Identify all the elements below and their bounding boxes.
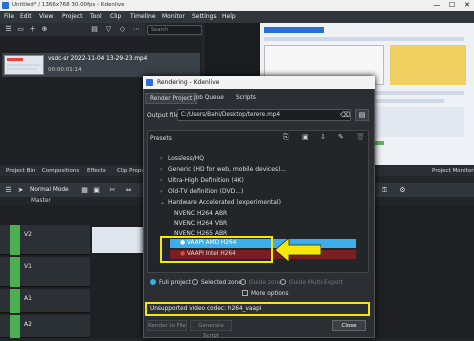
lock-icon[interactable]: ⚿ xyxy=(380,186,389,195)
preset-nvenc-h264-vbr[interactable]: NVENC H264 VBR xyxy=(174,220,227,227)
master-label: Master xyxy=(31,198,51,204)
track-active-indicator[interactable] xyxy=(10,289,20,313)
filter-icon[interactable]: ▽ xyxy=(104,25,113,34)
output-file-field[interactable]: C:/Users/Bahi/Desktop/terere.mp4 xyxy=(177,109,351,121)
window-title: Untitled* / 1366x768 30.00fps - Kdenlive xyxy=(12,2,125,8)
radio-guide-zone[interactable]: Guide zone xyxy=(240,279,282,286)
track-name: V2 xyxy=(24,231,32,238)
minimize-button[interactable]: — xyxy=(430,1,444,10)
clip-thumbnail xyxy=(4,55,44,75)
tab-job-queue[interactable]: Job Queue xyxy=(190,93,228,104)
track-name: A1 xyxy=(24,295,32,302)
menu-icon[interactable]: ☰ xyxy=(4,186,13,195)
new-preset-icon[interactable]: ⎘ xyxy=(283,133,289,142)
codec-warning: Unsupported video codec: h264_vaapi xyxy=(150,306,262,312)
tab-effects[interactable]: Effects xyxy=(87,168,106,174)
menu-help[interactable]: Help xyxy=(222,13,236,20)
timeline-video-clip[interactable] xyxy=(92,227,144,253)
edit-mode-select[interactable]: Normal Mode xyxy=(30,187,69,193)
generate-script-button[interactable]: Generate Script xyxy=(190,320,232,339)
folder-icon[interactable]: ▭ xyxy=(16,25,25,34)
window-titlebar: Untitled* / 1366x768 30.00fps - Kdenlive… xyxy=(0,0,474,11)
menu-file[interactable]: File xyxy=(4,13,14,20)
menu-timeline[interactable]: Timeline xyxy=(130,13,156,20)
tag-icon[interactable]: ◇ xyxy=(118,25,127,34)
presets-label: Presets xyxy=(150,135,172,142)
dialog-title: Rendering - Kdenlive xyxy=(157,79,220,86)
preset-category-old-tv[interactable]: › Old-TV definition (DVD...) xyxy=(160,188,243,195)
output-file-label: Output file xyxy=(147,112,179,119)
menu-edit[interactable]: Edit xyxy=(20,13,32,20)
download-preset-icon[interactable]: ⇩ xyxy=(320,133,326,141)
add-clip-icon[interactable]: ＋ xyxy=(28,25,37,34)
dialog-titlebar: Rendering - Kdenlive xyxy=(143,76,375,89)
spacer-icon[interactable]: ⇔ xyxy=(124,186,133,195)
highlight-box xyxy=(160,236,273,263)
tab-compositions[interactable]: Compositions xyxy=(42,168,79,174)
menu-monitor[interactable]: Monitor xyxy=(162,13,185,20)
clear-field-icon[interactable]: ⌫ xyxy=(340,111,350,119)
edit-preset-icon[interactable]: ✎ xyxy=(338,133,344,141)
view-icon[interactable]: ▤ xyxy=(90,25,99,34)
close-button[interactable]: Close xyxy=(332,320,366,331)
tab-scripts[interactable]: Scripts xyxy=(232,93,260,104)
menu-project[interactable]: Project xyxy=(62,13,83,20)
more-options-checkbox[interactable]: More options xyxy=(242,290,289,297)
settings-icon[interactable]: ⚙ xyxy=(398,186,407,195)
preset-nvenc-h264-abr[interactable]: NVENC H264 ABR xyxy=(174,210,227,217)
delete-preset-icon[interactable]: 🗑 xyxy=(356,133,365,141)
menu-icon[interactable]: ☰ xyxy=(4,25,13,34)
track-active-indicator[interactable] xyxy=(10,257,20,287)
pointer-icon[interactable]: ➤ xyxy=(16,186,25,195)
preset-category-hardware[interactable]: ⌄ Hardware Accelerated (experimental) xyxy=(160,199,281,206)
track-active-indicator[interactable] xyxy=(10,315,20,338)
radio-guide-multi-export[interactable]: Guide Multi-Export xyxy=(280,279,343,286)
preset-category-lossless[interactable]: › Lossless/HQ xyxy=(160,155,204,162)
track-name: A2 xyxy=(24,321,32,328)
menu-settings[interactable]: Settings xyxy=(192,13,217,20)
clip-duration: 00:00:01:14 xyxy=(48,67,82,73)
bin-search-input[interactable]: Search xyxy=(147,25,202,35)
menu-bar: File Edit View Project Tool Clip Timelin… xyxy=(0,11,474,23)
kdenlive-app-icon xyxy=(2,2,9,9)
zoom-icon[interactable]: ⊕ xyxy=(40,25,49,34)
maximize-button[interactable]: ☐ xyxy=(445,1,459,10)
save-preset-icon[interactable]: ▣ xyxy=(302,133,309,141)
close-window-button[interactable]: ✕ xyxy=(460,1,474,10)
insert-icon[interactable]: ▦ xyxy=(80,186,89,195)
preset-category-uhd[interactable]: › Ultra-High Definition (4K) xyxy=(160,177,244,184)
tab-project-bin[interactable]: Project Bin xyxy=(6,168,35,174)
yellow-arrow-icon xyxy=(275,238,321,262)
clip-name: vsdc-sr 2022-11-04 13-29-23.mp4 xyxy=(48,56,148,62)
preset-category-generic[interactable]: › Generic (HD for web, mobile devices)... xyxy=(160,166,286,173)
menu-view[interactable]: View xyxy=(39,13,53,20)
kdenlive-app-icon xyxy=(146,79,153,86)
browse-file-icon[interactable]: ▤ xyxy=(355,109,369,121)
menu-tool[interactable]: Tool xyxy=(90,13,102,20)
track-name: V1 xyxy=(24,263,32,270)
render-to-file-button[interactable]: Render to File xyxy=(147,320,187,331)
radio-full-project[interactable]: Full project xyxy=(150,279,191,286)
bin-toolbar: ☰ ▭ ＋ ⊕ ▤ ▽ ◇ ⋯ xyxy=(0,23,145,36)
radio-selected-zone[interactable]: Selected zone xyxy=(192,279,242,286)
menu-clip[interactable]: Clip xyxy=(110,13,121,20)
tab-project-monitor[interactable]: Project Monitor xyxy=(432,168,473,174)
overwrite-icon[interactable]: ▣ xyxy=(92,186,101,195)
razor-icon[interactable]: ✂ xyxy=(108,186,117,195)
track-active-indicator[interactable] xyxy=(10,225,20,255)
settings-icon[interactable]: ⋯ xyxy=(132,25,141,34)
